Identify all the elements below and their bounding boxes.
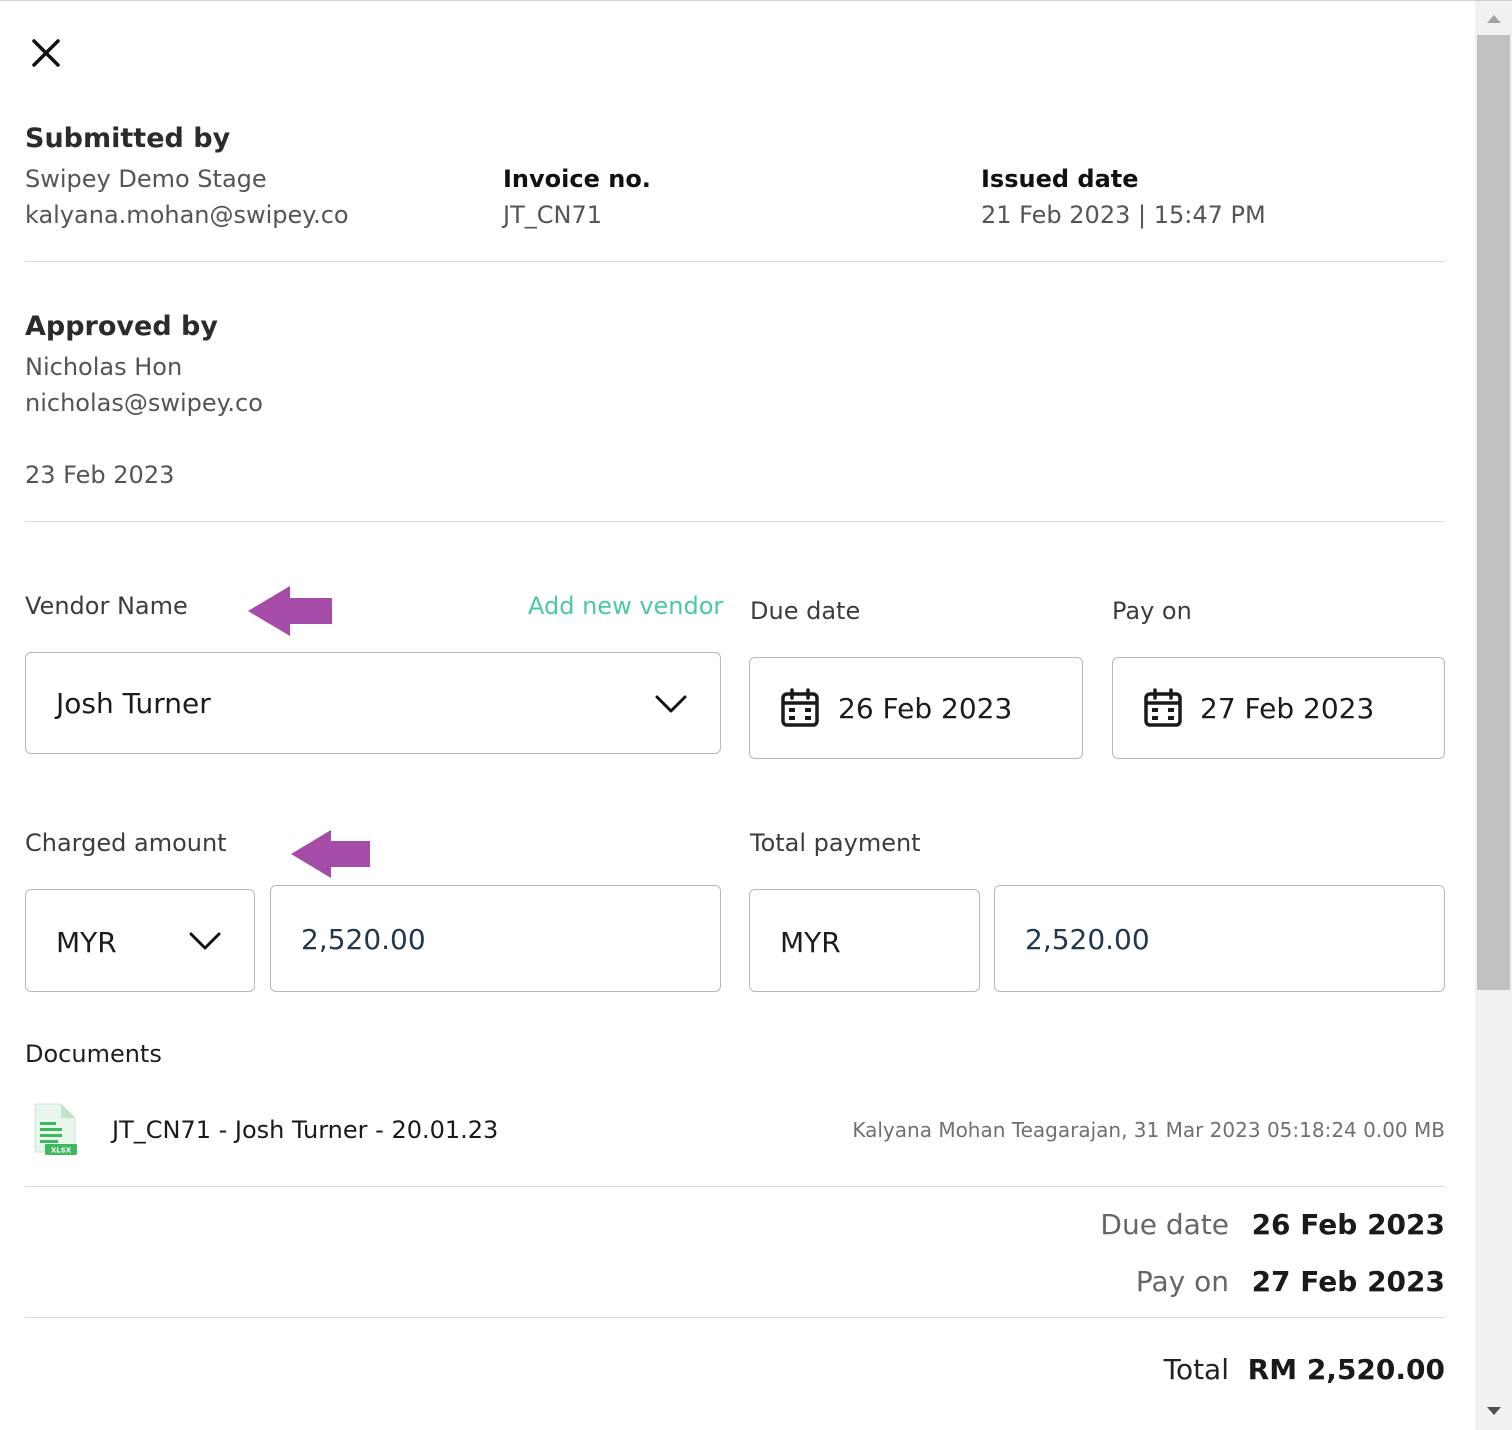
vertical-scrollbar[interactable] xyxy=(1475,1,1512,1430)
calendar-icon xyxy=(781,688,819,727)
charged-currency-value: MYR xyxy=(56,926,117,959)
issued-date-value: 21 Feb 2023 | 15:47 PM xyxy=(981,201,1266,229)
approver-email: nicholas@swipey.co xyxy=(25,389,263,417)
documents-title: Documents xyxy=(25,1040,162,1068)
total-amount-value: 2,520.00 xyxy=(1025,923,1150,956)
summary-total-value: RM 2,520.00 xyxy=(1247,1353,1445,1386)
summary-total-label: Total xyxy=(1163,1353,1229,1386)
due-date-label: Due date xyxy=(750,597,861,625)
invoice-number-label: Invoice no. xyxy=(503,165,651,193)
close-button[interactable] xyxy=(26,33,66,73)
invoice-number-value: JT_CN71 xyxy=(503,201,602,229)
divider xyxy=(25,261,1445,262)
vendor-name-label: Vendor Name xyxy=(25,592,188,620)
divider xyxy=(25,521,1445,522)
summary-pay-on-value: 27 Feb 2023 xyxy=(1251,1265,1445,1298)
charged-amount-label: Charged amount xyxy=(25,829,227,857)
add-new-vendor-link[interactable]: Add new vendor xyxy=(528,592,723,620)
document-row[interactable]: XLSX JT_CN71 - Josh Turner - 20.01.23 Ka… xyxy=(25,1096,1445,1166)
submitter-name: Swipey Demo Stage xyxy=(25,165,267,193)
charged-amount-value: 2,520.00 xyxy=(301,923,426,956)
document-name[interactable]: JT_CN71 - Josh Turner - 20.01.23 xyxy=(112,1116,498,1144)
total-payment-label: Total payment xyxy=(750,829,921,857)
calendar-icon xyxy=(1144,688,1182,727)
summary-pay-on-label: Pay on xyxy=(1135,1265,1229,1298)
invoice-detail-panel: Submitted by Swipey Demo Stage kalyana.m… xyxy=(0,0,1512,1430)
total-currency-value: MYR xyxy=(780,926,841,959)
submitted-by-title: Submitted by xyxy=(25,123,231,154)
xlsx-badge-text: XLSX xyxy=(51,1147,72,1155)
pay-on-picker[interactable]: 27 Feb 2023 xyxy=(1112,657,1445,759)
total-currency-field: MYR xyxy=(749,889,980,992)
annotation-arrow-icon xyxy=(291,830,370,878)
chevron-down-icon xyxy=(189,932,221,950)
annotation-arrow-icon xyxy=(248,586,332,636)
xlsx-file-icon: XLSX xyxy=(34,1103,77,1155)
approver-name: Nicholas Hon xyxy=(25,353,183,381)
scroll-thumb[interactable] xyxy=(1477,35,1510,990)
issued-date-label: Issued date xyxy=(981,165,1139,193)
total-amount-field: 2,520.00 xyxy=(994,885,1445,992)
divider xyxy=(25,1186,1445,1187)
chevron-down-icon xyxy=(655,695,687,713)
scroll-up-button[interactable] xyxy=(1475,5,1512,35)
due-date-value: 26 Feb 2023 xyxy=(838,692,1013,725)
approved-by-title: Approved by xyxy=(25,311,218,342)
summary-due-date-label: Due date xyxy=(1100,1208,1229,1241)
charged-currency-select[interactable]: MYR xyxy=(25,889,255,992)
pay-on-label: Pay on xyxy=(1112,597,1192,625)
submitter-email: kalyana.mohan@swipey.co xyxy=(25,201,349,229)
due-date-picker[interactable]: 26 Feb 2023 xyxy=(749,657,1083,759)
vendor-select[interactable]: Josh Turner xyxy=(25,652,721,754)
vendor-select-value: Josh Turner xyxy=(56,687,211,720)
close-icon xyxy=(32,39,60,67)
charged-amount-input[interactable]: 2,520.00 xyxy=(270,885,721,992)
divider xyxy=(25,1317,1445,1318)
pay-on-value: 27 Feb 2023 xyxy=(1200,692,1375,725)
summary-due-date-value: 26 Feb 2023 xyxy=(1251,1208,1445,1241)
scroll-down-button[interactable] xyxy=(1475,1397,1512,1427)
approval-date: 23 Feb 2023 xyxy=(25,461,175,489)
document-meta: Kalyana Mohan Teagarajan, 31 Mar 2023 05… xyxy=(852,1118,1445,1142)
